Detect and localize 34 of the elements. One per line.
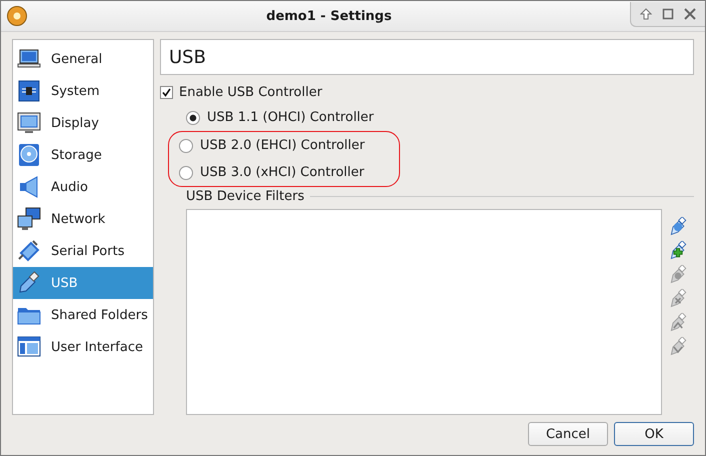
- connector-icon: [17, 239, 41, 263]
- radio-button[interactable]: [179, 138, 193, 152]
- filter-plus-icon[interactable]: [668, 241, 688, 261]
- dialog-button[interactable]: OK: [614, 422, 694, 446]
- radio-label[interactable]: USB 2.0 (EHCI) Controller: [200, 138, 365, 153]
- chip-icon: [17, 79, 41, 103]
- sidebar-item[interactable]: Audio: [13, 171, 153, 203]
- sidebar-item[interactable]: General: [13, 43, 153, 75]
- window-title: demo1 - Settings: [265, 8, 393, 24]
- dialog-button[interactable]: Cancel: [528, 422, 608, 446]
- radio-button[interactable]: [179, 166, 193, 180]
- radio-button[interactable]: [186, 110, 200, 124]
- checkbox-label[interactable]: Enable USB Controller: [179, 85, 322, 100]
- group-title: USB Device Filters: [186, 188, 304, 204]
- monitor-icon: [17, 111, 41, 135]
- sidebar-item[interactable]: System: [13, 75, 153, 107]
- filter-add-icon[interactable]: [668, 217, 688, 237]
- close-icon[interactable]: [684, 8, 696, 20]
- maximize-icon[interactable]: [662, 8, 674, 20]
- sidebar-item[interactable]: Storage: [13, 139, 153, 171]
- gear-icon: [6, 5, 28, 27]
- sidebar-item[interactable]: User Interface: [13, 331, 153, 363]
- sidebar-item[interactable]: Network: [13, 203, 153, 235]
- radio-label[interactable]: USB 1.1 (OHCI) Controller: [207, 110, 374, 125]
- usb-plug-icon: [17, 271, 41, 295]
- arrow-up-icon[interactable]: [640, 8, 652, 20]
- radio-label[interactable]: USB 3.0 (xHCI) Controller: [200, 165, 364, 180]
- window-icon: [17, 335, 41, 359]
- sidebar-item[interactable]: Shared Folders: [13, 299, 153, 331]
- sidebar-item[interactable]: Display: [13, 107, 153, 139]
- sidebar-item[interactable]: Serial Ports: [13, 235, 153, 267]
- page-title: USB: [169, 46, 206, 68]
- network-icon: [17, 207, 41, 231]
- checkbox[interactable]: [160, 86, 173, 99]
